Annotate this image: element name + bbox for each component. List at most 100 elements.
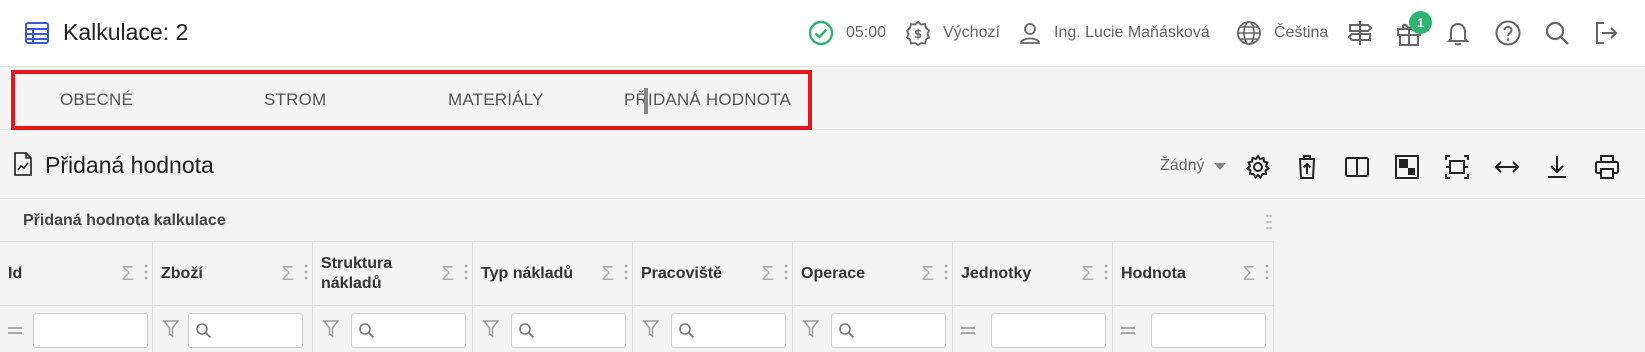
filter-cell-units bbox=[953, 305, 1113, 352]
user-icon bbox=[1020, 23, 1040, 44]
currency-badge-icon: $ bbox=[905, 20, 931, 46]
search-icon bbox=[359, 323, 375, 339]
column-menu-icon[interactable] bbox=[624, 263, 628, 281]
search-icon bbox=[679, 323, 695, 339]
check-circle-icon bbox=[808, 20, 834, 46]
svg-text:$: $ bbox=[914, 27, 922, 41]
grid-caption: Přidaná hodnota kalkulace bbox=[23, 212, 226, 229]
user-menu[interactable]: Ing. Lucie Maňásková bbox=[1018, 18, 1210, 48]
filter-input-workplace[interactable] bbox=[671, 313, 786, 348]
column-menu-icon[interactable] bbox=[1265, 263, 1269, 281]
section-title: Přidaná hodnota bbox=[45, 152, 214, 178]
filter-input-cost-structure[interactable] bbox=[351, 313, 466, 348]
column-label: Pracoviště bbox=[641, 265, 722, 282]
filter-cell-id bbox=[0, 305, 153, 352]
sigma-icon[interactable]: Σ bbox=[762, 263, 774, 286]
column-menu-icon[interactable] bbox=[1104, 263, 1108, 281]
language-label: Čeština bbox=[1274, 24, 1329, 41]
sigma-icon[interactable]: Σ bbox=[922, 263, 934, 286]
filter-cell-value bbox=[1113, 305, 1274, 352]
session-timer[interactable]: 05:00 bbox=[808, 18, 886, 48]
filter-input-operation[interactable] bbox=[831, 313, 946, 348]
column-label: Jednotky bbox=[961, 265, 1032, 282]
currency-selector[interactable]: $ Výchozí bbox=[905, 18, 1000, 48]
logout-icon[interactable] bbox=[1592, 19, 1620, 47]
column-header-cost-type[interactable]: Typ nákladů Σ bbox=[473, 241, 633, 305]
column-header-goods[interactable]: Zboží Σ bbox=[153, 241, 313, 305]
column-menu-icon[interactable] bbox=[944, 263, 948, 281]
filter-input-id[interactable] bbox=[33, 313, 148, 348]
filter-icon[interactable] bbox=[163, 320, 179, 338]
sigma-icon[interactable]: Σ bbox=[1082, 263, 1094, 286]
column-label: Struktura nákladů bbox=[321, 255, 393, 292]
column-header-workplace[interactable]: Pracoviště Σ bbox=[633, 241, 793, 305]
resize-horizontal-icon[interactable] bbox=[1493, 153, 1521, 181]
tabs-bar: OBECNÉ STROM MATERIÁLY PŘIDANÁ HODNOTA bbox=[0, 68, 1645, 130]
download-icon[interactable] bbox=[1543, 153, 1571, 181]
filter-input-value[interactable] bbox=[1151, 313, 1266, 348]
column-label: Id bbox=[8, 265, 23, 282]
table-icon bbox=[25, 22, 49, 44]
search-icon[interactable] bbox=[1543, 19, 1571, 47]
filter-icon[interactable] bbox=[483, 320, 499, 338]
equals-icon[interactable] bbox=[8, 327, 22, 334]
columns-icon[interactable] bbox=[1343, 153, 1371, 181]
column-menu-icon[interactable] bbox=[144, 263, 148, 281]
column-label: Hodnota bbox=[1121, 265, 1186, 282]
column-header-value[interactable]: Hodnota Σ bbox=[1113, 241, 1274, 305]
gear-icon[interactable] bbox=[1244, 153, 1272, 181]
search-icon bbox=[839, 323, 855, 339]
column-header-id[interactable]: Id Σ bbox=[0, 241, 153, 305]
column-header-cost-structure[interactable]: Struktura nákladů Σ bbox=[313, 241, 473, 305]
gift-badge: 1 bbox=[1409, 11, 1432, 34]
search-icon bbox=[196, 323, 212, 339]
column-label: Typ nákladů bbox=[481, 265, 574, 282]
page-title: Kalkulace: 2 bbox=[63, 19, 189, 45]
sigma-icon[interactable]: Σ bbox=[282, 263, 294, 286]
equals-icon[interactable] bbox=[1121, 327, 1135, 334]
column-menu-icon[interactable] bbox=[304, 263, 308, 281]
drag-handle-icon[interactable] bbox=[1266, 214, 1272, 230]
search-icon bbox=[519, 323, 535, 339]
filter-cell-cost-structure bbox=[313, 305, 473, 352]
globe-icon bbox=[1237, 21, 1261, 45]
fit-frame-icon[interactable] bbox=[1443, 153, 1471, 181]
filter-cell-operation bbox=[793, 305, 953, 352]
column-header-operation[interactable]: Operace Σ bbox=[793, 241, 953, 305]
language-selector[interactable]: Čeština bbox=[1236, 18, 1328, 48]
column-menu-icon[interactable] bbox=[464, 263, 468, 281]
sigma-icon[interactable]: Σ bbox=[602, 263, 614, 286]
sigma-icon[interactable]: Σ bbox=[442, 263, 454, 286]
section-header: Přidaná hodnota Žádný bbox=[0, 131, 1645, 199]
data-grid: Přidaná hodnota kalkulace Id Σ Zboží Σ S… bbox=[0, 200, 1274, 352]
user-name: Ing. Lucie Maňásková bbox=[1054, 24, 1210, 41]
layout-selector[interactable]: Žádný bbox=[1160, 157, 1227, 175]
column-header-units[interactable]: Jednotky Σ bbox=[953, 241, 1113, 305]
filter-icon[interactable] bbox=[803, 320, 819, 338]
filter-input-units[interactable] bbox=[991, 313, 1106, 348]
signpost-icon[interactable] bbox=[1346, 19, 1374, 47]
print-icon[interactable] bbox=[1593, 153, 1621, 181]
filter-cell-workplace bbox=[633, 305, 793, 352]
delete-upload-icon[interactable] bbox=[1293, 153, 1321, 181]
filter-icon[interactable] bbox=[643, 320, 659, 338]
document-chart-icon bbox=[14, 152, 32, 176]
column-label: Operace bbox=[801, 265, 866, 282]
equals-icon[interactable] bbox=[961, 327, 975, 334]
help-icon[interactable] bbox=[1494, 19, 1522, 47]
layout-selector-value: Žádný bbox=[1160, 157, 1205, 174]
sigma-icon[interactable]: Σ bbox=[122, 263, 134, 286]
checkered-layout-icon[interactable] bbox=[1393, 153, 1421, 181]
bell-icon[interactable] bbox=[1444, 19, 1472, 47]
filter-input-goods[interactable] bbox=[188, 313, 303, 348]
column-menu-icon[interactable] bbox=[784, 263, 788, 281]
column-label: Zboží bbox=[161, 265, 203, 282]
sigma-icon[interactable]: Σ bbox=[1243, 263, 1255, 286]
top-bar: Kalkulace: 2 05:00 $ Výchozí Ing. Lucie … bbox=[0, 0, 1645, 67]
filter-cell-cost-type bbox=[473, 305, 633, 352]
timer-value: 05:00 bbox=[846, 24, 887, 41]
filter-icon[interactable] bbox=[323, 320, 339, 338]
filter-input-cost-type[interactable] bbox=[511, 313, 626, 348]
currency-label: Výchozí bbox=[943, 24, 1000, 41]
chevron-down-icon bbox=[1214, 162, 1227, 170]
